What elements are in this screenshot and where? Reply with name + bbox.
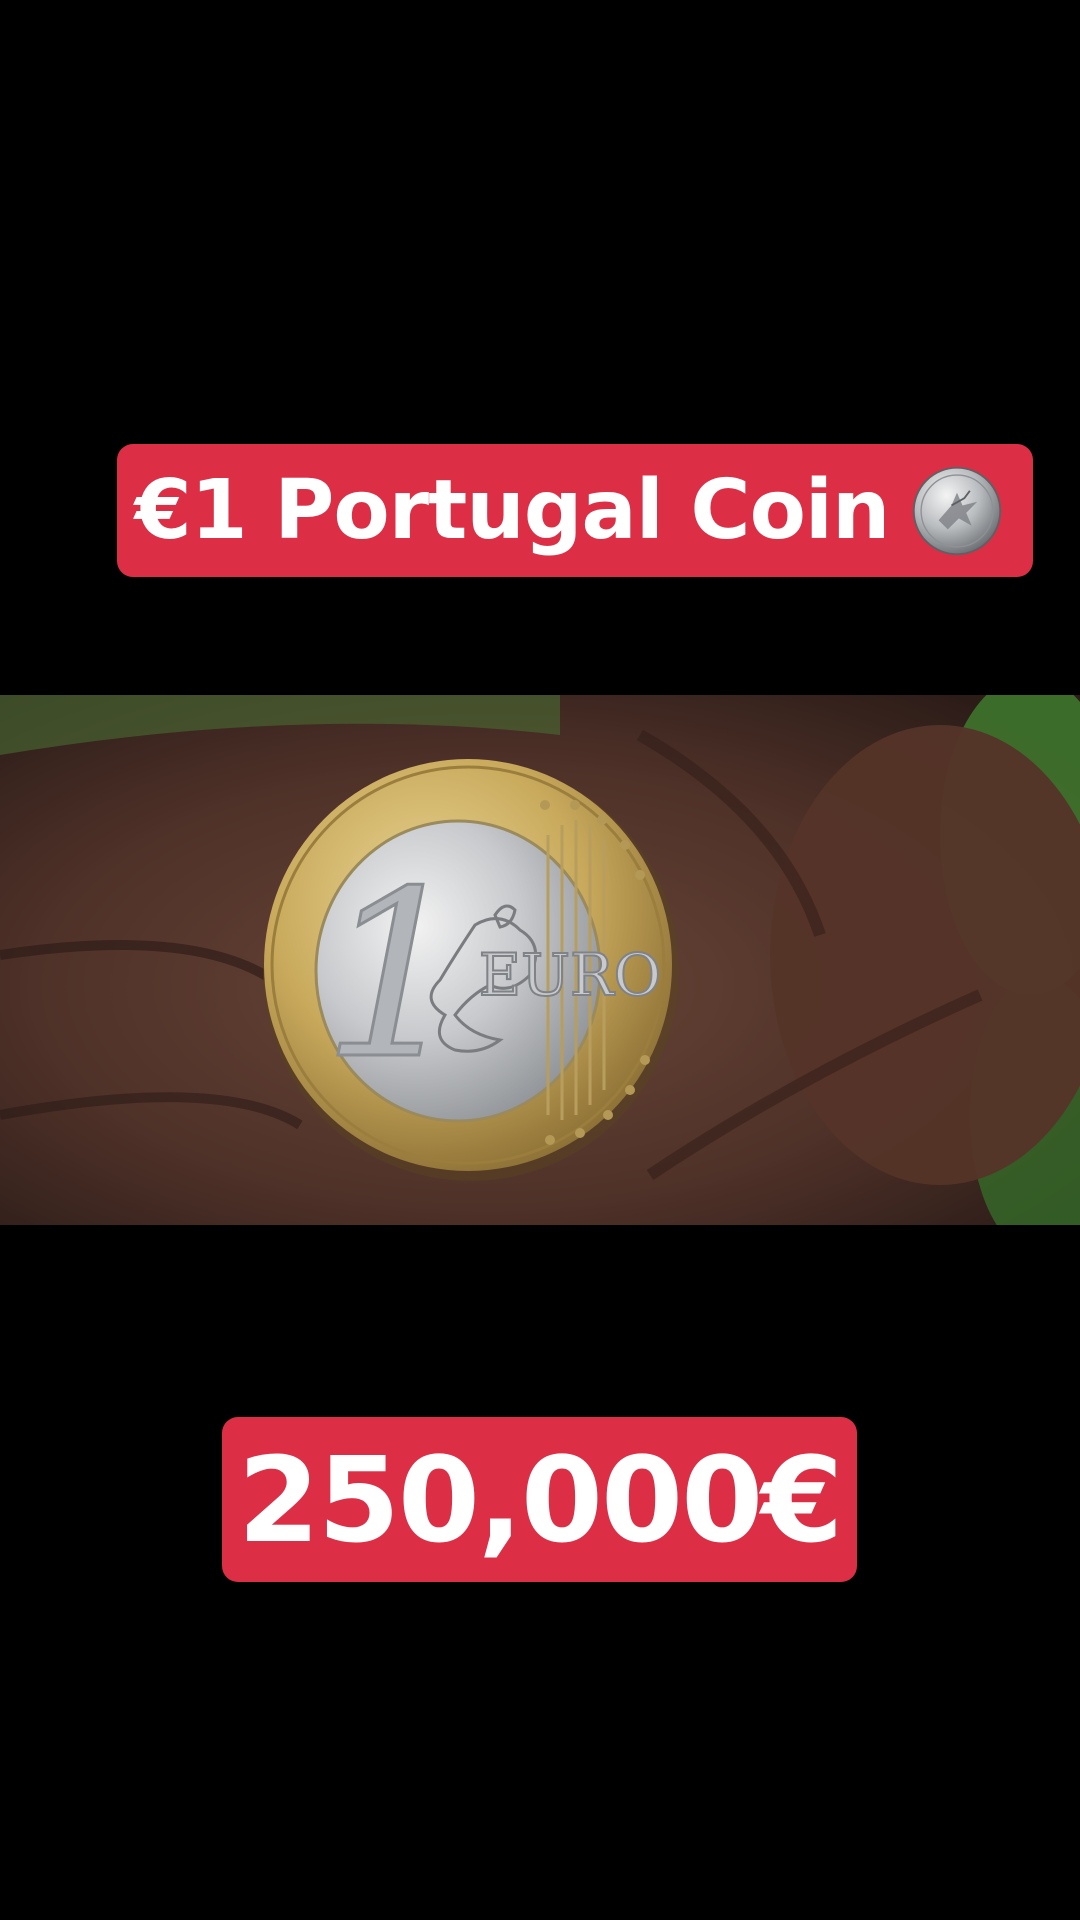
coin-photo: 1 EURO — [0, 695, 1080, 1225]
euro-coin: 1 EURO — [263, 759, 679, 1181]
video-frame: 1 EURO — [0, 695, 1080, 1225]
price-caption: 250,000€ — [222, 1417, 857, 1582]
title-text: €1 Portugal Coin — [134, 463, 891, 558]
video-screen[interactable]: €1 Portugal Coin 1 EURO 250,000€ — [0, 0, 1080, 1920]
coin-inscription: EURO — [479, 941, 661, 1009]
coin-icon — [913, 466, 1002, 555]
coin-numeral: 1 — [322, 843, 468, 1110]
title-caption: €1 Portugal Coin — [117, 444, 1033, 577]
price-text: 250,000€ — [237, 1430, 844, 1569]
